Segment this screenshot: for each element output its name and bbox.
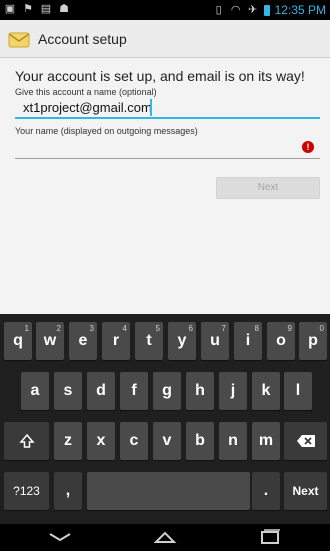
backspace-icon	[296, 435, 315, 447]
key-p[interactable]: p0	[299, 322, 327, 360]
key-u[interactable]: u7	[201, 322, 229, 360]
key-o[interactable]: o9	[267, 322, 295, 360]
key-r[interactable]: r4	[102, 322, 130, 360]
vibrate-icon: ▯	[215, 4, 222, 16]
account-name-value[interactable]: xt1project@gmail.com	[23, 100, 152, 115]
status-bar: ▣ ⚑ ▤ ☗ ▯ ◠ ✈ 12:35 PM	[0, 0, 330, 20]
next-button[interactable]: Next	[216, 177, 320, 199]
clock: 12:35 PM	[274, 3, 326, 17]
your-name-label: Your name (displayed on outgoing message…	[15, 126, 198, 136]
key-h[interactable]: h	[186, 372, 214, 410]
key-b[interactable]: b	[186, 422, 214, 460]
shift-key[interactable]	[4, 422, 49, 460]
key-t[interactable]: t5	[135, 322, 163, 360]
key-d[interactable]: d	[87, 372, 115, 410]
key-g[interactable]: g	[153, 372, 181, 410]
image-icon: ▣	[4, 3, 16, 15]
key-a[interactable]: a	[21, 372, 49, 410]
your-name-field[interactable]: !	[15, 139, 320, 159]
comma-key[interactable]: ,	[54, 472, 82, 510]
key-y[interactable]: y6	[168, 322, 196, 360]
clipboard-icon: ▤	[40, 3, 52, 15]
account-name-field[interactable]: xt1project@gmail.com	[15, 99, 320, 119]
home-icon[interactable]	[153, 528, 177, 546]
notification-icons: ▣ ⚑ ▤ ☗	[4, 3, 70, 15]
next-key[interactable]: Next	[284, 472, 327, 510]
key-l[interactable]: l	[284, 372, 312, 410]
battery-icon	[263, 4, 270, 16]
text-cursor	[150, 99, 152, 116]
space-key[interactable]	[87, 472, 250, 510]
system-icons: ▯ ◠ ✈ 12:35 PM	[213, 3, 326, 17]
error-icon: !	[302, 141, 314, 153]
key-v[interactable]: v	[153, 422, 181, 460]
period-key[interactable]: .	[252, 472, 280, 510]
key-j[interactable]: j	[219, 372, 247, 410]
key-e[interactable]: e3	[69, 322, 97, 360]
key-i[interactable]: i8	[234, 322, 262, 360]
key-m[interactable]: m	[252, 422, 280, 460]
back-icon[interactable]	[48, 528, 72, 546]
flag-icon: ⚑	[23, 3, 33, 15]
account-name-label: Give this account a name (optional)	[15, 87, 157, 97]
symbols-key[interactable]: ?123	[4, 472, 49, 510]
key-z[interactable]: z	[54, 422, 82, 460]
backspace-key[interactable]	[284, 422, 327, 460]
recent-apps-icon[interactable]	[258, 528, 282, 546]
key-w[interactable]: w2	[36, 322, 64, 360]
key-n[interactable]: n	[219, 422, 247, 460]
account-setup-form: Your account is set up, and email is on …	[0, 58, 330, 314]
key-k[interactable]: k	[252, 372, 280, 410]
airplane-icon: ✈	[248, 4, 258, 16]
setup-message: Your account is set up, and email is on …	[15, 68, 305, 84]
navigation-bar	[0, 524, 330, 550]
email-envelope-icon[interactable]	[8, 30, 30, 48]
soft-keyboard: q1 w2 e3 r4 t5 y6 u7 i8 o9 p0 a s d f g …	[0, 314, 330, 524]
android-icon: ☗	[59, 3, 69, 15]
page-title: Account setup	[38, 30, 127, 47]
key-f[interactable]: f	[120, 372, 148, 410]
key-q[interactable]: q1	[4, 322, 32, 360]
shift-icon	[18, 433, 35, 448]
key-s[interactable]: s	[54, 372, 82, 410]
key-x[interactable]: x	[87, 422, 115, 460]
key-c[interactable]: c	[120, 422, 148, 460]
action-bar: Account setup	[0, 20, 330, 58]
wifi-icon: ◠	[230, 4, 241, 16]
